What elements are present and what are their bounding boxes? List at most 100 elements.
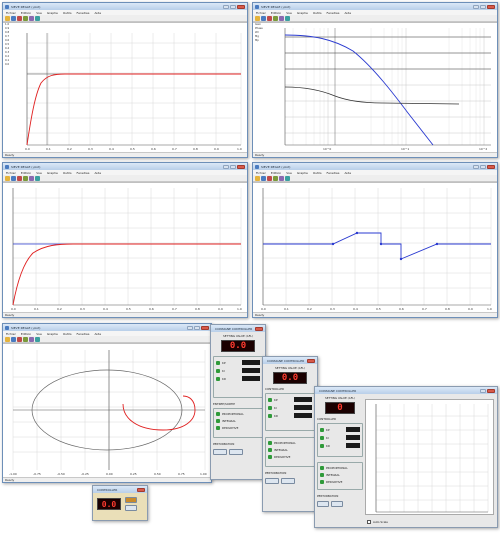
menu-graph[interactable]: Graphe — [297, 171, 308, 175]
minimize-button[interactable] — [187, 325, 193, 330]
menu-help[interactable]: Aide — [94, 11, 101, 15]
kd-field[interactable] — [346, 443, 360, 448]
reset-button[interactable] — [229, 449, 243, 455]
kp-field[interactable] — [294, 397, 312, 402]
menu-edit[interactable]: Edition — [21, 11, 31, 15]
close-button[interactable] — [487, 388, 495, 393]
minimize-button[interactable] — [223, 4, 229, 9]
plot-area[interactable]: 1.0 0.9 0.8 0.7 0.6 0.5 0.4 0.3 0.2 0.1 … — [3, 22, 247, 152]
radio-icon[interactable] — [216, 426, 220, 430]
grid-icon[interactable] — [285, 175, 290, 181]
window-titlebar[interactable]: SIEVE REGLE (.plot) — [3, 324, 211, 331]
menu-tools[interactable]: Outils — [63, 332, 72, 336]
ki-field[interactable] — [346, 435, 360, 440]
menu-graph[interactable]: Graphe — [47, 332, 58, 336]
menu-help[interactable]: Aide — [94, 171, 101, 175]
save-icon[interactable] — [261, 175, 266, 181]
zoom-icon[interactable] — [23, 15, 28, 21]
apply-button[interactable] — [213, 449, 227, 455]
auto-scale-checkbox[interactable] — [367, 520, 371, 524]
menu-windows[interactable]: Fenetres — [77, 332, 90, 336]
print-icon[interactable] — [17, 175, 22, 181]
close-button[interactable] — [487, 4, 495, 9]
menu-windows[interactable]: Fenetres — [327, 171, 340, 175]
save-icon[interactable] — [11, 175, 16, 181]
radio-icon[interactable] — [320, 480, 324, 484]
zoom-icon[interactable] — [23, 336, 28, 342]
menu-help[interactable]: Aide — [344, 11, 351, 15]
panel-titlebar[interactable]: CONSIGNE CONTROLLER — [315, 387, 497, 394]
print-icon[interactable] — [267, 175, 272, 181]
menu-view[interactable]: Vue — [286, 11, 292, 15]
menu-edit[interactable]: Edition — [271, 11, 281, 15]
cursor-icon[interactable] — [279, 15, 284, 21]
minimize-button[interactable] — [473, 164, 479, 169]
menu-file[interactable]: Fichier — [256, 11, 266, 15]
kp-field[interactable] — [346, 427, 360, 432]
kd-field[interactable] — [294, 413, 312, 418]
panel-titlebar[interactable]: CONTROLLER — [93, 486, 147, 493]
menu-help[interactable]: Aide — [94, 332, 101, 336]
menu-graph[interactable]: Graphe — [47, 11, 58, 15]
menu-help[interactable]: Aide — [344, 171, 351, 175]
window-titlebar[interactable]: SIEVE REGLE (.plot) — [253, 3, 497, 10]
menu-view[interactable]: Vue — [36, 171, 42, 175]
menu-view[interactable]: Vue — [36, 11, 42, 15]
menu-tools[interactable]: Outils — [63, 11, 72, 15]
panel-plot[interactable] — [365, 399, 494, 515]
menu-file[interactable]: Fichier — [256, 171, 266, 175]
apply-button[interactable] — [265, 478, 279, 484]
print-icon[interactable] — [17, 15, 22, 21]
kd-field[interactable] — [242, 376, 260, 381]
plot-area[interactable]: 0.0 0.1 0.2 0.3 0.4 0.5 0.6 0.7 0.8 0.9 … — [3, 182, 247, 312]
open-icon[interactable] — [5, 336, 10, 342]
radio-icon[interactable] — [216, 412, 220, 416]
mini-up-button[interactable] — [125, 497, 137, 503]
cursor-icon[interactable] — [29, 175, 34, 181]
cursor-icon[interactable] — [29, 336, 34, 342]
menu-edit[interactable]: Edition — [271, 171, 281, 175]
menu-graph[interactable]: Graphe — [47, 171, 58, 175]
print-icon[interactable] — [267, 15, 272, 21]
plot-area[interactable]: Gain Phase Wc Mg Mp 10^0 10^1 10^2 — [253, 22, 497, 152]
open-icon[interactable] — [255, 15, 260, 21]
grid-icon[interactable] — [35, 175, 40, 181]
menu-file[interactable]: Fichier — [6, 171, 16, 175]
maximize-button[interactable] — [480, 164, 486, 169]
window-titlebar[interactable]: SIEVE REGLE (.plot) — [3, 3, 247, 10]
close-button[interactable] — [237, 164, 245, 169]
save-icon[interactable] — [11, 336, 16, 342]
menu-windows[interactable]: Fenetres — [77, 171, 90, 175]
plot-area[interactable]: -1.00 -0.75 -0.50 -0.25 0.00 0.25 0.50 0… — [3, 343, 211, 477]
window-titlebar[interactable]: SIEVE REGLE (.plot) — [3, 163, 247, 170]
panel-titlebar[interactable]: CONSIGNE CONTROLLER — [211, 325, 265, 332]
cursor-icon[interactable] — [279, 175, 284, 181]
ki-field[interactable] — [242, 368, 260, 373]
apply-button[interactable] — [317, 501, 329, 507]
close-button[interactable] — [137, 487, 145, 492]
zoom-icon[interactable] — [273, 15, 278, 21]
minimize-button[interactable] — [223, 164, 229, 169]
menu-view[interactable]: Vue — [286, 171, 292, 175]
kp-field[interactable] — [242, 360, 260, 365]
radio-icon[interactable] — [216, 419, 220, 423]
close-button[interactable] — [255, 326, 263, 331]
menu-windows[interactable]: Fenetres — [327, 11, 340, 15]
menu-edit[interactable]: Edition — [21, 171, 31, 175]
radio-icon[interactable] — [320, 466, 324, 470]
ki-field[interactable] — [294, 405, 312, 410]
menu-tools[interactable]: Outils — [63, 171, 72, 175]
minimize-button[interactable] — [480, 388, 486, 393]
maximize-button[interactable] — [194, 325, 200, 330]
maximize-button[interactable] — [480, 4, 486, 9]
grid-icon[interactable] — [35, 15, 40, 21]
reset-button[interactable] — [331, 501, 343, 507]
grid-icon[interactable] — [35, 336, 40, 342]
menu-tools[interactable]: Outils — [313, 171, 322, 175]
close-button[interactable] — [307, 358, 315, 363]
print-icon[interactable] — [17, 336, 22, 342]
menu-file[interactable]: Fichier — [6, 11, 16, 15]
minimize-button[interactable] — [473, 4, 479, 9]
close-button[interactable] — [237, 4, 245, 9]
maximize-button[interactable] — [230, 4, 236, 9]
